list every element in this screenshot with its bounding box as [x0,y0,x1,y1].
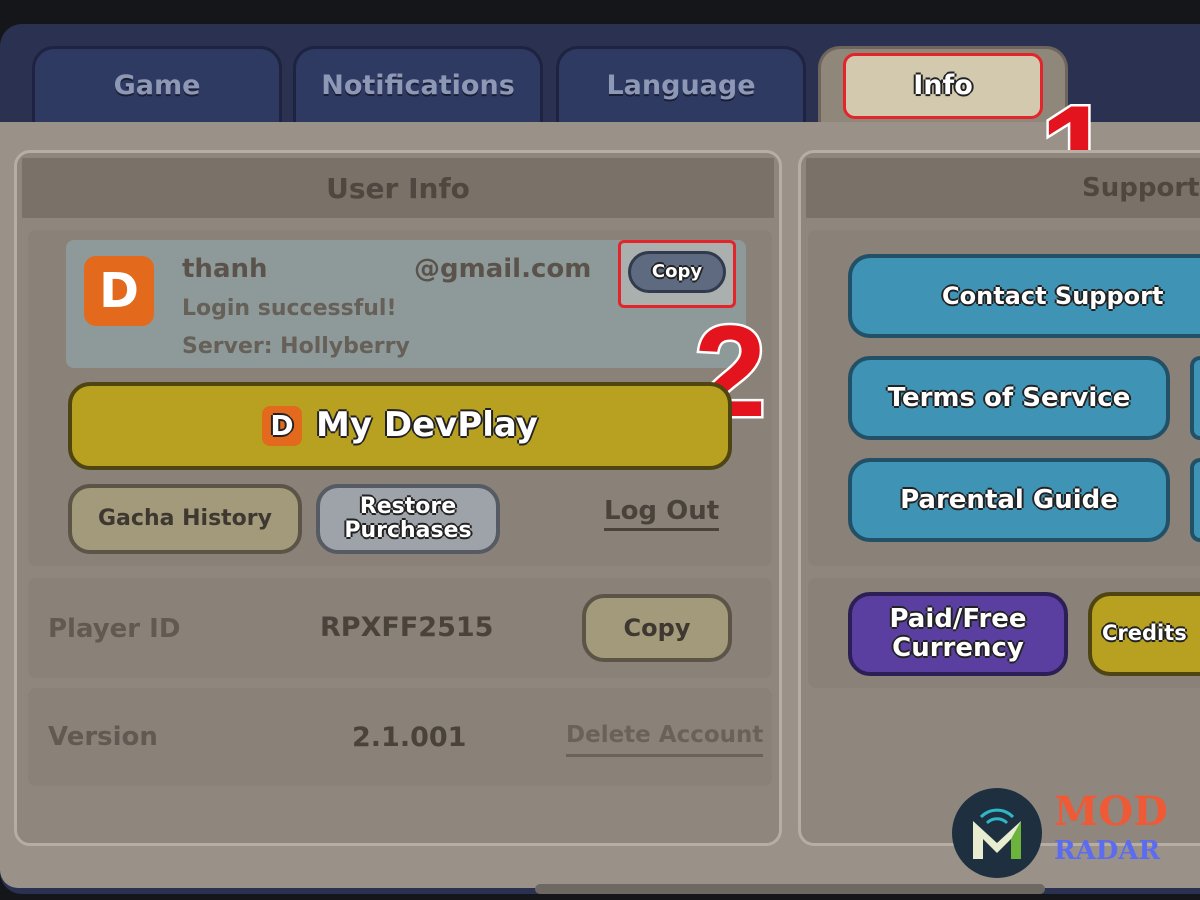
tab-game[interactable]: Game [32,46,282,122]
login-status: Login successful! [182,296,397,321]
player-id-value: RPXFF2515 [320,612,494,643]
tab-label: Game [113,70,201,101]
parental-guide-button[interactable]: Parental Guide [848,458,1170,542]
mod-radar-logo [952,788,1042,878]
scroll-indicator[interactable] [535,884,1045,894]
terms-of-service-button[interactable]: Terms of Service [848,356,1170,440]
version-label: Version [48,722,158,752]
tab-label: Language [606,70,756,101]
button-label: Parental Guide [900,484,1118,515]
log-out-link[interactable]: Log Out [604,496,720,531]
button-label: My DevPlay [316,405,538,446]
radar-m-icon [973,808,1021,859]
tab-notifications[interactable]: Notifications [293,46,543,122]
button-label: Credits [1102,621,1187,646]
tab-label: Notifications [321,70,515,101]
support-header: Support [806,158,1200,218]
user-info-header: User Info [22,158,774,218]
button-label: Contact Support [942,281,1164,310]
restore-purchases-button[interactable]: Restore Purchases [316,484,500,554]
support-button-partial[interactable] [1190,356,1200,440]
panel-title: User Info [326,171,470,205]
email-end: @gmail.com [414,254,592,284]
email-start: thanh [182,254,268,284]
panel-title: Support [1082,173,1200,203]
button-label: Copy [623,613,691,642]
contact-support-button[interactable]: Contact Support [848,254,1200,338]
gacha-history-button[interactable]: Gacha History [68,484,302,554]
button-label: Gacha History [98,505,272,531]
copy-player-id-button[interactable]: Copy [582,594,732,662]
devplay-icon: D [262,406,303,446]
credits-button[interactable]: Credits [1088,592,1200,676]
button-label: Paid/Free Currency [889,604,1027,663]
tab-info[interactable]: Info [818,46,1068,122]
button-label: Terms of Service [887,382,1131,413]
button-label: Restore Purchases [344,493,472,543]
player-id-label: Player ID [48,614,181,644]
support-button-partial[interactable] [1190,458,1200,542]
version-value: 2.1.001 [352,722,467,753]
server-name: Server: Hollyberry [182,334,410,359]
logo-letter: D [99,263,139,319]
button-label: Copy [651,261,703,283]
devplay-logo: D [84,256,154,326]
my-devplay-button[interactable]: D My DevPlay [68,382,732,470]
delete-account-link[interactable]: Delete Account [566,722,764,757]
watermark-radar: RADAR [1054,836,1161,866]
watermark-mod: MOD [1054,788,1168,835]
tab-label: Info [913,70,973,101]
copy-email-button[interactable]: Copy [628,251,726,293]
paid-free-currency-button[interactable]: Paid/Free Currency [848,592,1068,676]
tab-language[interactable]: Language [556,46,806,122]
